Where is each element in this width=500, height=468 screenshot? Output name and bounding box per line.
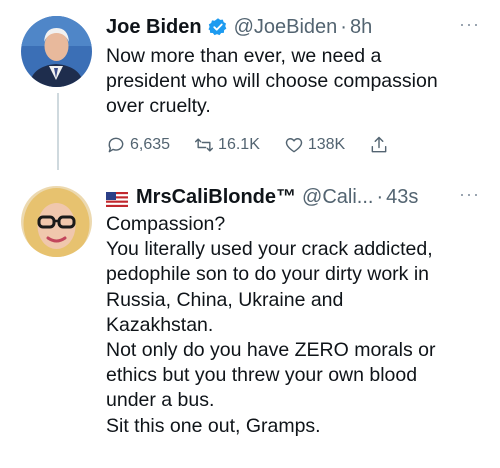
like-button[interactable]: 138K [284, 135, 345, 155]
like-icon [285, 138, 303, 153]
separator-dot: · [340, 15, 347, 38]
retweet-count: 16.1K [218, 136, 260, 153]
retweet-icon [195, 138, 214, 152]
tweet-joe-biden[interactable]: Joe Biden @JoeBiden · 8h ··· Now more th… [0, 0, 500, 170]
tweet-timestamp[interactable]: 43s [386, 186, 418, 209]
more-options-icon[interactable]: ··· [459, 14, 480, 35]
retweet-button[interactable]: 16.1K [194, 135, 260, 155]
author-name[interactable]: Joe Biden [106, 16, 202, 39]
avatar-mrscaliblonde[interactable] [21, 186, 92, 257]
author-handle[interactable]: @Cali... [302, 186, 373, 209]
verified-badge-icon [208, 17, 228, 37]
tweet-header: MrsCaliBlonde™ @Cali... · 43s [106, 184, 418, 210]
tweet-text: Compassion? You literally used your crac… [106, 213, 436, 437]
tweet-actions: 6,635 16.1K 138K [106, 135, 417, 155]
share-button[interactable] [369, 135, 393, 155]
tweet-text: Now more than ever, we need a president … [106, 45, 438, 117]
tweet-timestamp[interactable]: 8h [350, 16, 372, 39]
reply-count: 6,635 [130, 136, 171, 153]
thread-line [57, 93, 59, 170]
tweet-mrscaliblonde[interactable]: MrsCaliBlonde™ @Cali... · 43s ··· Compas… [0, 170, 500, 468]
us-flag-icon [106, 190, 128, 207]
author-handle[interactable]: @JoeBiden [234, 16, 338, 39]
reply-icon [108, 137, 124, 153]
reply-button[interactable]: 6,635 [106, 135, 170, 155]
more-options-icon[interactable]: ··· [459, 184, 480, 205]
separator-dot: · [376, 185, 384, 208]
like-count: 138K [307, 136, 346, 153]
share-icon [371, 136, 387, 153]
tweet-header: Joe Biden @JoeBiden · 8h [106, 14, 372, 40]
author-name[interactable]: MrsCaliBlonde™ [136, 186, 296, 209]
avatar-joe-biden[interactable] [21, 16, 92, 87]
